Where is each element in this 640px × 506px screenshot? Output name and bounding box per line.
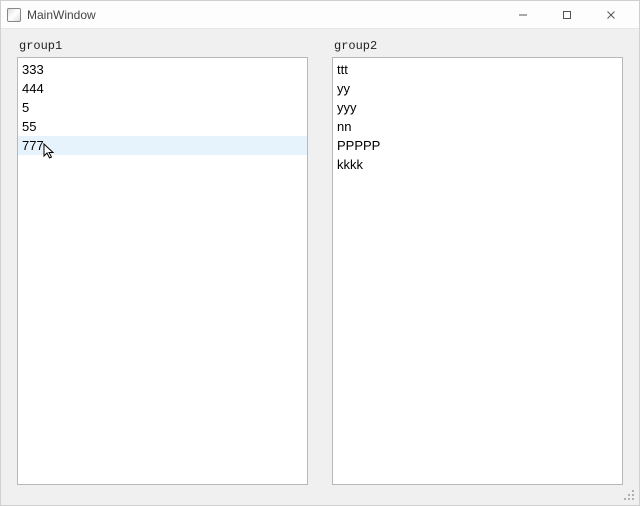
list-item[interactable]: ttt (333, 60, 622, 79)
list-item[interactable]: 55 (18, 117, 307, 136)
group1-label: group1 (19, 39, 308, 53)
list-item[interactable]: 333 (18, 60, 307, 79)
minimize-button[interactable] (501, 1, 545, 29)
list-item[interactable]: yyy (333, 98, 622, 117)
list-item[interactable]: 444 (18, 79, 307, 98)
list-item[interactable]: yy (333, 79, 622, 98)
client-area: group1 333444555777 group2 tttyyyyynnPPP… (1, 29, 639, 505)
main-window: MainWindow group1 333444555777 group2 tt… (0, 0, 640, 506)
groupbox-1: group1 333444555777 (17, 39, 308, 485)
groupbox-2: group2 tttyyyyynnPPPPPkkkk (332, 39, 623, 485)
close-button[interactable] (589, 1, 633, 29)
maximize-button[interactable] (545, 1, 589, 29)
titlebar[interactable]: MainWindow (1, 1, 639, 29)
window-title: MainWindow (27, 8, 96, 22)
list-item[interactable]: 777 (18, 136, 307, 155)
app-icon (7, 8, 21, 22)
list-item[interactable]: nn (333, 117, 622, 136)
list-item[interactable]: kkkk (333, 155, 622, 174)
list-item[interactable]: PPPPP (333, 136, 622, 155)
list-group1[interactable]: 333444555777 (17, 57, 308, 485)
list-item[interactable]: 5 (18, 98, 307, 117)
list-group2[interactable]: tttyyyyynnPPPPPkkkk (332, 57, 623, 485)
group2-label: group2 (334, 39, 623, 53)
